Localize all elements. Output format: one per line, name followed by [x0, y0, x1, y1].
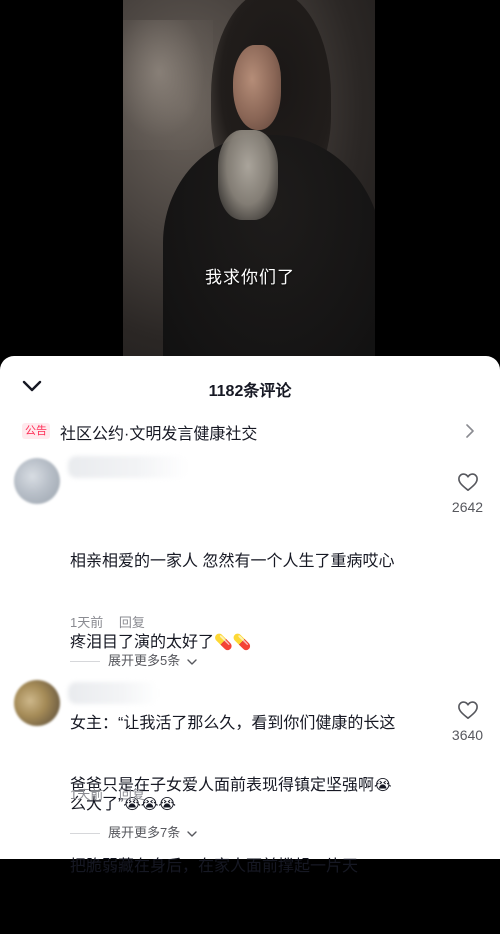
comment-time: 1天前	[70, 615, 104, 630]
expand-divider	[70, 833, 100, 835]
expand-replies-label: 展开更多7条	[108, 825, 181, 840]
comment-time: 1天前	[70, 787, 104, 802]
reply-button[interactable]: 回复	[119, 787, 145, 802]
notice-badge: 公告	[22, 423, 50, 439]
notice-text: 社区公约·文明发言健康社交	[60, 426, 258, 443]
community-notice-banner[interactable]: 公告 社区公约·文明发言健康社交	[22, 419, 482, 449]
username-blurred[interactable]	[68, 456, 188, 478]
expand-replies-button[interactable]: 展开更多7条	[70, 822, 197, 842]
comment-item: 相亲相爱的一家人 忽然有一个人生了重病哎心 疼泪目了演的太好了💊💊 女主：“让我…	[0, 454, 500, 813]
comment-line-text: 疼泪目了演的太好了	[70, 634, 215, 651]
video-figure-collar	[218, 130, 278, 220]
chevron-right-icon	[466, 424, 474, 438]
comments-header: 1182条评论	[0, 356, 500, 418]
expand-replies-button[interactable]: 展开更多5条	[70, 650, 197, 670]
reply-button[interactable]: 回复	[119, 615, 145, 630]
like-button[interactable]: 3640	[440, 700, 495, 743]
comment-item: 爸爸只是在子女爱人面前表现得镇定坚强啊😭 把脆弱藏在身后，在家人面前撑起一片天 …	[0, 674, 500, 875]
video-figure-face	[233, 45, 281, 130]
heart-outline-icon	[457, 473, 478, 491]
comment-meta: 1天前 回复	[70, 784, 145, 803]
comments-count-title: 1182条评论	[208, 383, 292, 400]
crying-emoji: 😭	[374, 777, 392, 794]
avatar[interactable]	[14, 458, 60, 504]
comment-line: 把脆弱藏在身后，在家人面前撑起一片天	[70, 858, 359, 875]
video-subtitle: 我求你们了	[205, 268, 295, 287]
chevron-down-icon	[187, 658, 197, 665]
comments-sheet: 1182条评论 公告 社区公约·文明发言健康社交 相亲相爱的一家人 忽然有一个人…	[0, 356, 500, 875]
like-button[interactable]: 2642	[440, 472, 495, 515]
avatar[interactable]	[14, 680, 60, 726]
video-player[interactable]: 我求你们了	[0, 0, 500, 360]
chevron-down-icon	[187, 830, 197, 837]
video-background-light	[123, 20, 213, 150]
like-count: 3640	[451, 727, 484, 743]
heart-outline-icon	[457, 701, 478, 719]
username-blurred[interactable]	[68, 682, 158, 704]
comment-line: 相亲相爱的一家人 忽然有一个人生了重病哎心	[70, 553, 395, 570]
comment-meta: 1天前 回复	[70, 612, 145, 631]
video-frame[interactable]	[123, 0, 375, 360]
like-count: 2642	[451, 499, 484, 515]
expand-divider	[70, 661, 100, 663]
pill-emoji: 💊💊	[214, 634, 252, 651]
expand-replies-label: 展开更多5条	[108, 653, 181, 668]
